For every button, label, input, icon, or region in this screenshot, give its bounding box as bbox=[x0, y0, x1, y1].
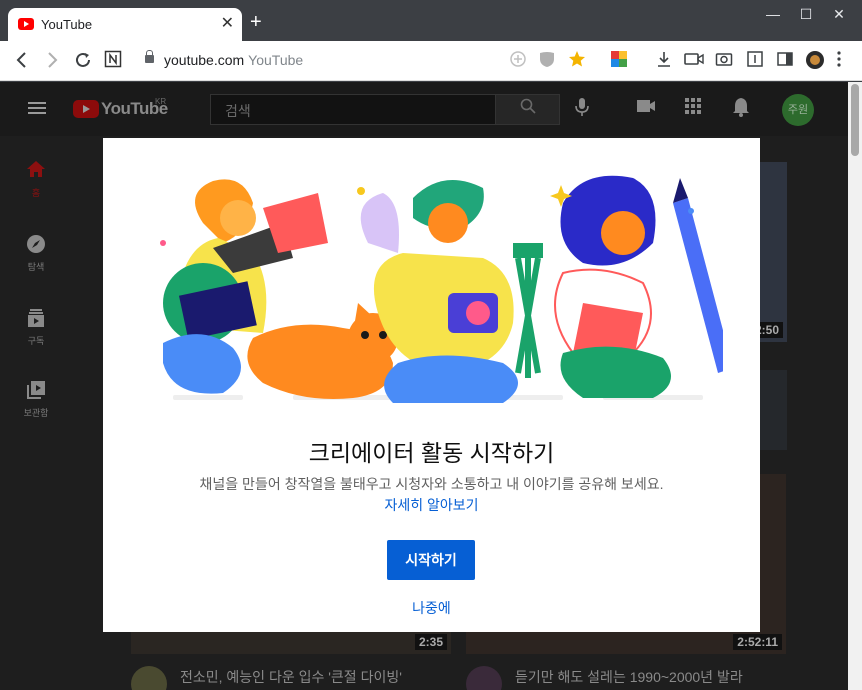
sidebar-item-label: 보관함 bbox=[23, 408, 49, 418]
download-icon[interactable] bbox=[655, 50, 673, 73]
apps-icon[interactable] bbox=[684, 97, 702, 120]
learn-more-link[interactable]: 자세히 알아보기 bbox=[103, 495, 760, 515]
search-input[interactable]: 검색 bbox=[210, 94, 560, 125]
tab-strip: YouTube ✕ + — ☐ ✕ bbox=[0, 0, 862, 41]
sidebar-item-subscriptions[interactable]: 구독 bbox=[0, 308, 72, 347]
search-button[interactable] bbox=[495, 95, 559, 124]
avatar[interactable]: 주원 bbox=[782, 94, 814, 126]
sidebar-item-library[interactable]: 보관함 bbox=[0, 380, 72, 419]
notifications-icon[interactable] bbox=[732, 97, 750, 122]
url-host: youtube.com bbox=[164, 52, 245, 68]
menu-icon[interactable] bbox=[836, 50, 842, 73]
sidebar-item-home[interactable]: 홈 bbox=[0, 160, 72, 199]
back-icon[interactable] bbox=[14, 50, 30, 75]
address-bar[interactable]: youtube.com YouTube bbox=[164, 52, 303, 68]
add-icon[interactable] bbox=[509, 50, 527, 73]
browser-toolbar: youtube.com YouTube bbox=[0, 41, 862, 81]
reader-icon[interactable] bbox=[746, 50, 764, 73]
tab-youtube[interactable]: YouTube ✕ bbox=[8, 8, 242, 41]
library-icon bbox=[0, 380, 72, 404]
home-icon bbox=[0, 160, 72, 184]
url-page-title: YouTube bbox=[248, 52, 304, 68]
sidebar-icon[interactable] bbox=[776, 50, 794, 73]
later-button[interactable]: 나중에 bbox=[103, 598, 760, 618]
shield-icon[interactable] bbox=[538, 50, 556, 73]
notion-icon[interactable] bbox=[104, 50, 122, 73]
lock-icon bbox=[145, 50, 154, 63]
youtube-header: YouTube KR 검색 주원 bbox=[0, 82, 848, 136]
channel-avatar[interactable] bbox=[131, 666, 167, 690]
search-placeholder: 검색 bbox=[225, 103, 251, 119]
channel-avatar[interactable] bbox=[466, 666, 502, 690]
dialog-title: 크리에이터 활동 시작하기 bbox=[308, 440, 555, 466]
youtube-favicon-icon bbox=[18, 18, 34, 30]
video-title[interactable]: 듣기만 해도 설레는 1990~2000년 발라 bbox=[515, 667, 743, 687]
dialog-description: 채널을 만들어 창작열을 불태우고 시청자와 소통하고 내 이야기를 공유해 보… bbox=[199, 476, 664, 492]
hamburger-menu-icon[interactable] bbox=[28, 102, 46, 114]
subscriptions-icon bbox=[0, 308, 72, 332]
sidebar-item-label: 홈 bbox=[31, 188, 41, 198]
sidebar-item-explore[interactable]: 탐색 bbox=[0, 234, 72, 273]
sidebar-item-label: 탐색 bbox=[27, 262, 45, 272]
camera-icon[interactable] bbox=[715, 50, 733, 73]
maximize-button[interactable]: ☐ bbox=[791, 6, 821, 23]
create-video-icon[interactable] bbox=[636, 97, 656, 119]
creators-illustration bbox=[160, 175, 723, 403]
video-icon[interactable] bbox=[684, 50, 704, 73]
explore-icon bbox=[0, 234, 72, 258]
creator-dialog: 크리에이터 활동 시작하기 채널을 만들어 창작열을 불태우고 시청자와 소통하… bbox=[103, 138, 760, 632]
forward-icon[interactable] bbox=[44, 50, 60, 75]
video-duration: 2:52:11 bbox=[733, 634, 782, 650]
star-icon[interactable] bbox=[568, 50, 586, 73]
search-icon bbox=[520, 98, 536, 114]
youtube-logo-icon[interactable] bbox=[73, 100, 99, 118]
close-window-button[interactable]: ✕ bbox=[824, 6, 854, 23]
scrollbar-thumb[interactable] bbox=[851, 84, 859, 156]
profile-icon[interactable] bbox=[805, 50, 825, 75]
sidebar-item-label: 구독 bbox=[27, 336, 45, 346]
start-button[interactable]: 시작하기 bbox=[387, 540, 475, 580]
mic-icon[interactable] bbox=[575, 97, 589, 122]
browser-window: YouTube ✕ + — ☐ ✕ youtube.com YouTube Yo… bbox=[0, 0, 862, 690]
youtube-region: KR bbox=[155, 97, 167, 106]
minimize-button[interactable]: — bbox=[758, 6, 788, 22]
tab-close-icon[interactable]: ✕ bbox=[221, 14, 234, 34]
extension-icon[interactable] bbox=[610, 50, 628, 73]
scrollbar[interactable] bbox=[848, 82, 862, 690]
tab-title: YouTube bbox=[41, 17, 93, 32]
video-title[interactable]: 전소민, 예능인 다운 입수 '큰절 다이빙' bbox=[180, 667, 402, 687]
reload-icon[interactable] bbox=[73, 50, 93, 75]
video-duration: 2:35 bbox=[414, 634, 447, 650]
new-tab-button[interactable]: + bbox=[250, 12, 262, 32]
